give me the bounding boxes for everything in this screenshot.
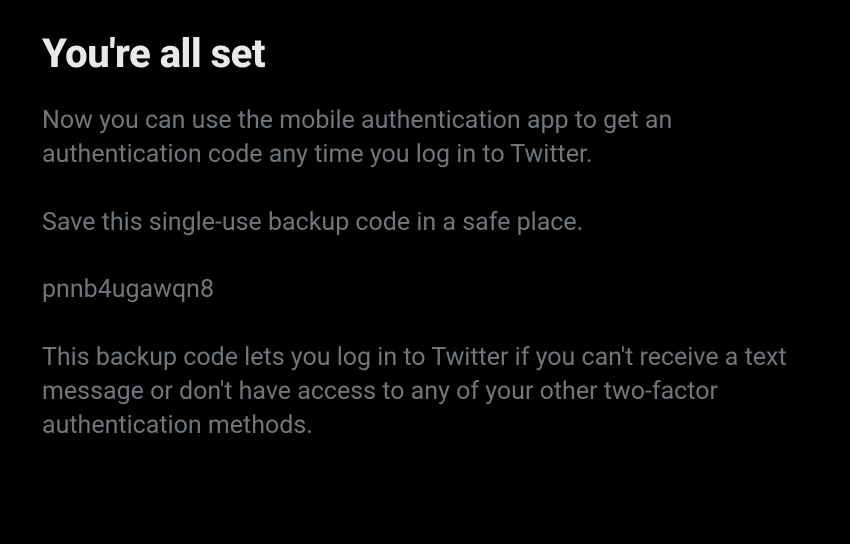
backup-code-value: pnnb4ugawqn8 [42,273,808,307]
description-paragraph-2: Save this single-use backup code in a sa… [42,206,808,240]
description-paragraph-3: This backup code lets you log in to Twit… [42,341,808,442]
description-paragraph-1: Now you can use the mobile authenticatio… [42,104,808,172]
confirmation-heading: You're all set [42,32,808,76]
